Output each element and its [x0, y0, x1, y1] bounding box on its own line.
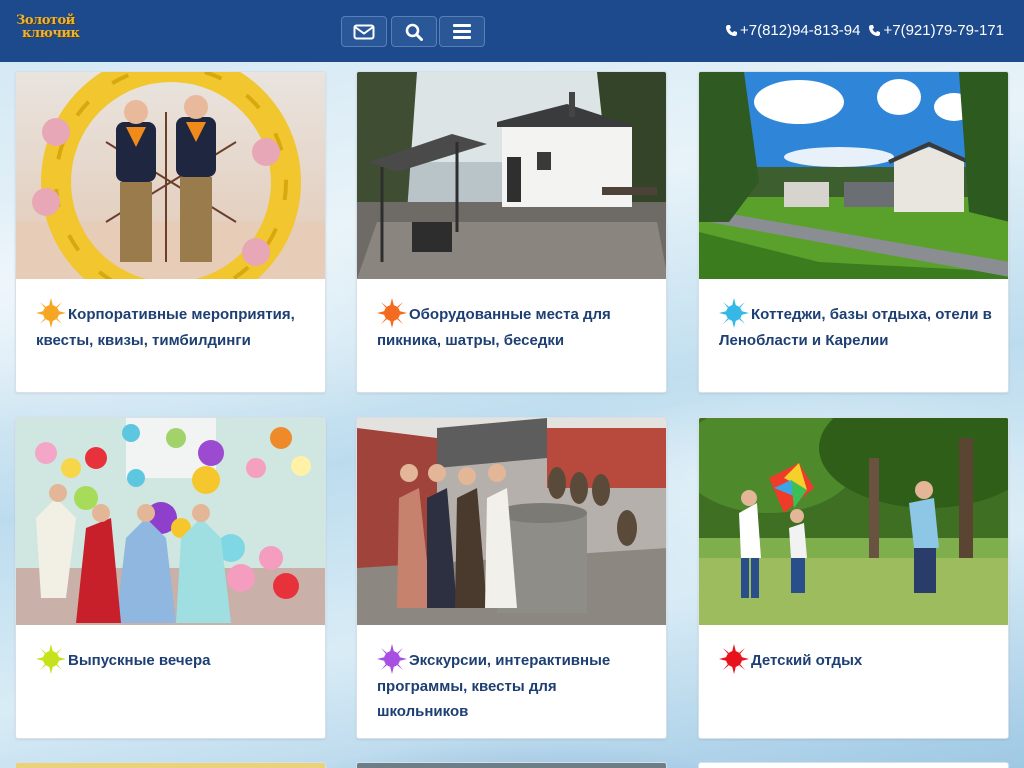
- card-excursions[interactable]: Экскурсии, интерактивные программы, квес…: [356, 417, 667, 739]
- card-title-text: Детский отдых: [751, 652, 863, 669]
- card-title-text: Выпускные вечера: [68, 652, 211, 669]
- site-header: Золотой ключик +7(812)94-813-94 +7(921)7…: [0, 0, 1024, 62]
- card-corporate-events[interactable]: Корпоративные мероприятия, квесты, квизы…: [15, 71, 326, 393]
- excursions-photo: [357, 418, 666, 625]
- card-title-text: Оборудованные места для пикника, шатры, …: [377, 306, 611, 349]
- menu-icon: [453, 24, 471, 39]
- menu-button[interactable]: [439, 16, 485, 47]
- card-title-text: Корпоративные мероприятия, квесты, квизы…: [36, 306, 295, 349]
- card-title: Корпоративные мероприятия, квесты, квизы…: [36, 298, 311, 353]
- mail-button[interactable]: [341, 16, 387, 47]
- corporate-events-photo: [16, 72, 325, 279]
- logo-text-line2: ключик: [22, 26, 80, 41]
- site-logo[interactable]: Золотой ключик: [16, 14, 104, 46]
- phone-number-2: +7(921)79-79-171: [883, 22, 1004, 39]
- phone-number-1: +7(812)94-813-94: [739, 22, 861, 39]
- card-picnic-places[interactable]: Оборудованные места для пикника, шатры, …: [356, 71, 667, 393]
- sun-icon: [719, 298, 749, 328]
- card-title: Экскурсии, интерактивные программы, квес…: [377, 644, 652, 724]
- search-button[interactable]: [391, 16, 437, 47]
- card-title-text: Экскурсии, интерактивные программы, квес…: [377, 652, 611, 720]
- sun-icon: [719, 644, 749, 674]
- graduation-parties-photo: [16, 418, 325, 625]
- sun-icon: [377, 644, 407, 674]
- envelope-icon: [353, 24, 375, 39]
- phone-icon: [869, 25, 881, 36]
- phone-list: +7(812)94-813-94 +7(921)79-79-171: [725, 22, 1004, 39]
- card-title: Оборудованные места для пикника, шатры, …: [377, 298, 652, 353]
- card-kids-leisure[interactable]: Детский отдых: [698, 417, 1009, 739]
- picnic-places-photo: [357, 72, 666, 279]
- card-partial[interactable]: [15, 762, 326, 768]
- sun-icon: [377, 298, 407, 328]
- card-graduation-parties[interactable]: Выпускные вечера: [15, 417, 326, 739]
- card-partial[interactable]: [356, 762, 667, 768]
- card-title: Детский отдых: [719, 644, 994, 674]
- phone-link-1[interactable]: +7(812)94-813-94: [725, 22, 861, 39]
- card-cottages[interactable]: Коттеджи, базы отдыха, отели в Ленобласт…: [698, 71, 1009, 393]
- sun-icon: [36, 644, 66, 674]
- phone-icon: [725, 25, 737, 36]
- card-partial[interactable]: [698, 762, 1009, 768]
- card-title: Коттеджи, базы отдыха, отели в Ленобласт…: [719, 298, 994, 353]
- kids-leisure-photo: [699, 418, 1008, 625]
- search-icon: [405, 23, 423, 41]
- cottages-photo: [699, 72, 1008, 279]
- sun-icon: [36, 298, 66, 328]
- phone-link-2[interactable]: +7(921)79-79-171: [868, 22, 1004, 39]
- card-title: Выпускные вечера: [36, 644, 311, 674]
- card-title-text: Коттеджи, базы отдыха, отели в Ленобласт…: [719, 306, 992, 349]
